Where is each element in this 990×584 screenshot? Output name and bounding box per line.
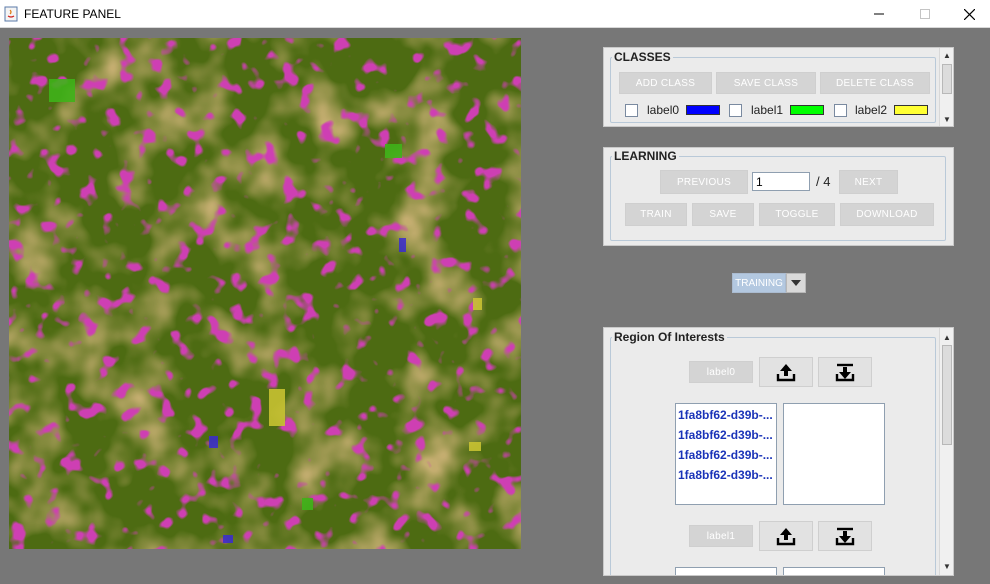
class-color-label0[interactable] [686,105,720,115]
close-icon [963,8,975,20]
page-number-input[interactable] [752,172,810,191]
next-button[interactable]: NEXT [839,170,898,194]
learning-fieldset [610,156,946,241]
maximize-icon [920,9,930,19]
minimize-button[interactable] [856,0,902,28]
roi-scroll-thumb[interactable] [942,345,952,445]
class-color-label2[interactable] [894,105,928,115]
maximize-button[interactable] [902,0,948,28]
list-item[interactable]: 1fa8bf62-d39b-... [676,445,776,465]
class-checkbox-label2[interactable] [834,104,847,117]
roi-label0-upload-button[interactable] [759,357,813,387]
roi-label1-list[interactable] [675,567,777,575]
classes-scroll-thumb[interactable] [942,64,952,94]
learning-panel: LEARNING PREVIOUS / 4 NEXT TRAIN SAVE TO… [603,147,954,246]
download-button[interactable]: DOWNLOAD [840,203,934,226]
class-checkbox-label1[interactable] [729,104,742,117]
mode-select[interactable]: TRAINING [732,273,806,293]
classes-panel: CLASSES ADD CLASS SAVE CLASS DELETE CLAS… [603,47,954,127]
classes-scrollbar[interactable]: ▲ ▼ [939,48,953,126]
java-icon [4,6,18,22]
scroll-down-icon[interactable]: ▼ [940,559,953,573]
minimize-icon [874,13,884,15]
page-total: / 4 [816,174,831,189]
roi-panel: Region Of Interests label0 1fa8bf62-d39b… [603,327,954,576]
class-checkbox-label0[interactable] [625,104,638,117]
feature-map-image [9,38,521,549]
class-label-label0: label0 [647,103,680,117]
class-color-label1[interactable] [790,105,824,115]
toggle-button[interactable]: TOGGLE [759,203,835,226]
classes-legend: CLASSES [612,50,673,64]
feature-image-canvas[interactable] [9,38,521,549]
roi-label1-detail-list[interactable] [783,567,885,575]
chevron-down-icon [791,280,801,286]
save-button[interactable]: SAVE [692,203,754,226]
roi-label0-detail-list[interactable] [783,403,885,505]
class-label-label1: label1 [751,103,784,117]
train-button[interactable]: TRAIN [625,203,687,226]
add-class-button[interactable]: ADD CLASS [619,72,712,94]
roi-label0-download-button[interactable] [818,357,872,387]
roi-label1-upload-button[interactable] [759,521,813,551]
download-icon [835,363,855,382]
class-label-label2: label2 [855,103,888,117]
previous-button[interactable]: PREVIOUS [660,170,748,194]
upload-icon [776,528,796,546]
roi-scrollbar[interactable]: ▲ ▼ [939,328,953,575]
delete-class-button[interactable]: DELETE CLASS [820,72,930,94]
list-item[interactable]: 1fa8bf62-d39b-... [676,425,776,445]
roi-group-label1-button[interactable]: label1 [689,525,753,547]
roi-label0-list[interactable]: 1fa8bf62-d39b-... 1fa8bf62-d39b-... 1fa8… [675,403,777,505]
scroll-up-icon[interactable]: ▲ [940,48,954,62]
title-bar: FEATURE PANEL [0,0,990,28]
roi-label1-download-button[interactable] [818,521,872,551]
roi-legend: Region Of Interests [612,330,727,344]
list-item[interactable]: 1fa8bf62-d39b-... [676,405,776,425]
save-class-button[interactable]: SAVE CLASS [716,72,816,94]
scroll-down-icon[interactable]: ▼ [940,112,954,126]
upload-icon [776,364,796,382]
window-title: FEATURE PANEL [24,7,121,21]
scroll-up-icon[interactable]: ▲ [940,330,953,344]
feature-panel-window: FEATURE PANEL CLASSES ADD CLASS SAVE CLA… [0,0,990,584]
list-item[interactable]: 1fa8bf62-d39b-... [676,465,776,485]
mode-select-toggle[interactable] [786,273,806,293]
roi-group-label0-button[interactable]: label0 [689,361,753,383]
download-icon [835,527,855,546]
mode-select-value[interactable]: TRAINING [732,273,786,293]
learning-legend: LEARNING [612,149,679,163]
close-button[interactable] [946,0,990,28]
